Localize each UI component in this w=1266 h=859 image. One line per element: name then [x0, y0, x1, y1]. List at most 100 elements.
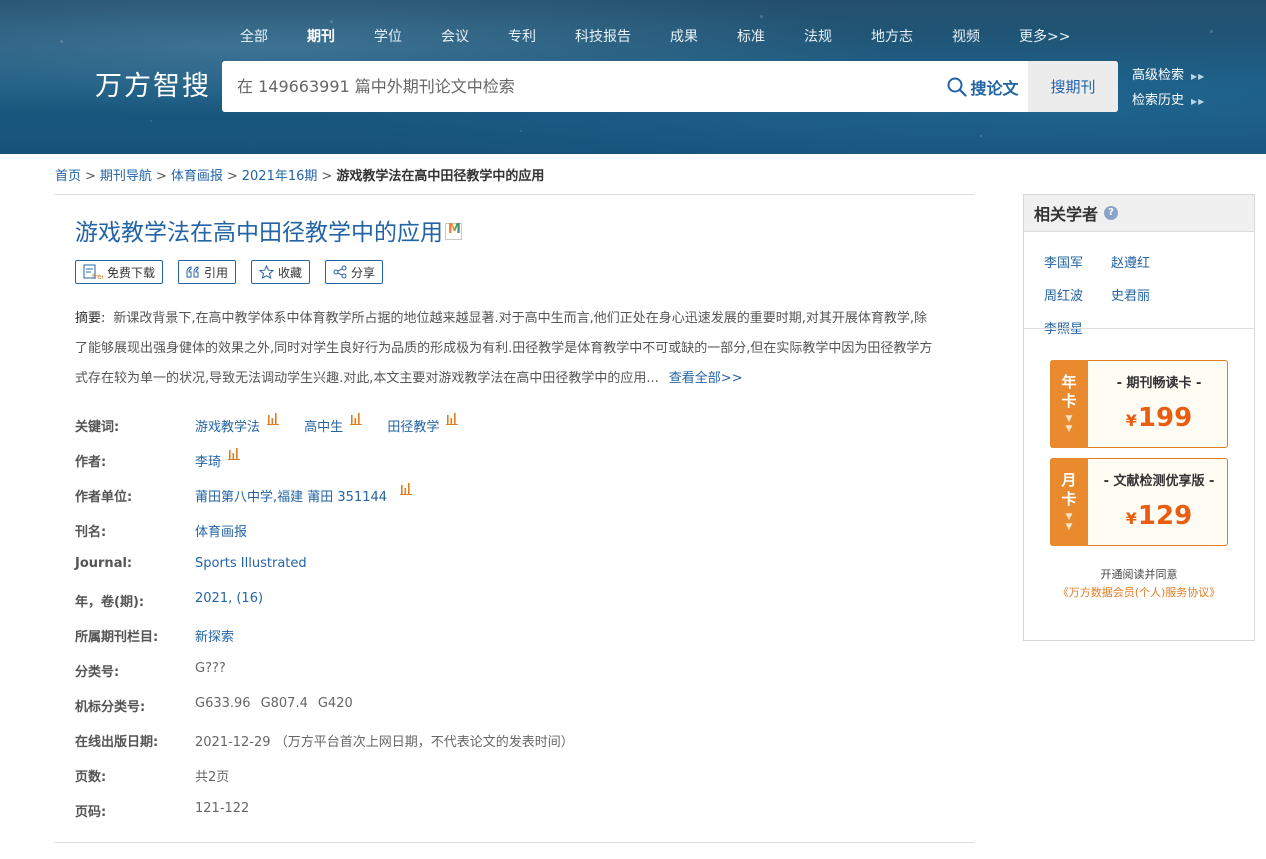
chevron-right-icon: ▶▶: [1191, 97, 1206, 106]
free-download-button[interactable]: free 免费下载: [75, 260, 164, 284]
breadcrumb-separator: >: [85, 169, 96, 184]
search-input[interactable]: [222, 61, 922, 112]
year-issue-link[interactable]: 2021, (16): [195, 591, 263, 606]
keywords-label: 关键词:: [75, 420, 120, 435]
free-download-label: 免费下载: [107, 265, 156, 280]
unit-link[interactable]: 莆田第八中学,福建 莆田 351144: [195, 483, 413, 505]
online-date-label: 在线出版日期:: [75, 735, 159, 750]
card-price-value: 199: [1137, 403, 1193, 433]
nav-item-all[interactable]: 全部: [240, 26, 268, 46]
scholar-link[interactable]: 史君丽: [1111, 285, 1178, 318]
breadcrumb-separator: >: [226, 169, 238, 184]
card-price: ¥199: [1089, 403, 1229, 433]
annual-card-offer[interactable]: 年 卡 ▼ ▼ - 期刊畅读卡 - ¥199: [1050, 360, 1228, 448]
favorite-button[interactable]: 收藏: [251, 260, 311, 284]
article-actions: free 免费下载 引用 收藏 分享: [75, 260, 398, 284]
mendeley-icon[interactable]: M: [445, 222, 462, 240]
page-range-value: 121-122: [195, 801, 250, 816]
scholar-link[interactable]: 李照星: [1044, 318, 1111, 351]
card-price-value: 129: [1137, 501, 1193, 531]
monthly-card-offer[interactable]: 月 卡 ▼ ▼ - 文献检测优享版 - ¥129: [1050, 458, 1228, 546]
advanced-search-label: 高级检索: [1132, 68, 1185, 83]
article-title: 游戏教学法在高中田径教学中的应用: [75, 220, 443, 246]
keywords-values: 游戏教学法 高中生 田径教学: [195, 413, 479, 435]
chevron-right-icon: ▶▶: [1191, 72, 1206, 81]
class-value: G???: [195, 661, 226, 676]
scholar-link[interactable]: 周红波: [1044, 285, 1111, 318]
keyword-text: 田径教学: [387, 420, 440, 435]
nav-item-journal[interactable]: 期刊: [307, 26, 335, 46]
top-nav: 全部 期刊 学位 会议 专利 科技报告 成果 标准 法规 地方志 视频 更多>>: [240, 26, 1109, 46]
banner-speck: [60, 40, 63, 43]
abstract: 摘要: 新课改背景下,在高中教学体系中体育教学所占据的地位越来越显著.对于高中生而…: [75, 304, 940, 394]
author-name: 李琦: [195, 455, 222, 470]
journal-en-values: Sports Illustrated: [195, 556, 307, 571]
machine-class-values: G633.96 G807.4 G420: [195, 696, 363, 711]
keyword-link[interactable]: 田径教学: [387, 413, 459, 435]
nav-item-video[interactable]: 视频: [952, 26, 980, 46]
advanced-search-link[interactable]: 高级检索 ▶▶: [1132, 64, 1205, 89]
journal-cn-link[interactable]: 体育画报: [195, 525, 247, 540]
search-paper-button[interactable]: 搜论文: [938, 61, 1028, 112]
scholar-link[interactable]: 赵遵红: [1111, 252, 1178, 285]
nav-item-standard[interactable]: 标准: [737, 26, 765, 46]
keyword-link[interactable]: 游戏教学法: [195, 413, 280, 435]
online-date-value: 2021-12-29: [195, 735, 271, 750]
nav-item-achievement[interactable]: 成果: [670, 26, 698, 46]
bar-chart-icon: [350, 413, 363, 425]
banner-speck: [330, 20, 333, 23]
author-link[interactable]: 李琦: [195, 448, 241, 470]
cite-button[interactable]: 引用: [178, 260, 237, 284]
column-values: 新探索: [195, 626, 234, 645]
related-scholars-panel: 相关学者? 李国军 赵遵红 周红波 史君丽 李照星 年 卡 ▼ ▼ - 期刊畅读卡…: [1023, 194, 1255, 641]
card-price: ¥129: [1089, 501, 1229, 531]
scholar-link[interactable]: 李国军: [1044, 252, 1111, 285]
share-button[interactable]: 分享: [325, 260, 384, 284]
free-download-icon: free: [83, 264, 103, 280]
breadcrumb-journal-nav[interactable]: 期刊导航: [100, 169, 152, 184]
breadcrumb-separator: >: [155, 169, 167, 184]
nav-item-degree[interactable]: 学位: [374, 26, 402, 46]
author-values: 李琦: [195, 448, 241, 470]
nav-item-patent[interactable]: 专利: [508, 26, 536, 46]
journal-en-link[interactable]: Sports Illustrated: [195, 556, 307, 571]
year-issue-label: 年，卷(期):: [75, 595, 145, 610]
column-label: 所属期刊栏目:: [75, 630, 159, 645]
breadcrumb-journal[interactable]: 体育画报: [171, 169, 223, 184]
banner-speck: [520, 130, 522, 132]
abstract-view-all-link[interactable]: 查看全部>>: [669, 371, 743, 386]
breadcrumb-home[interactable]: 首页: [55, 169, 81, 184]
divider: [1024, 328, 1254, 329]
page-range-label: 页码:: [75, 805, 107, 820]
breadcrumb-current: 游戏教学法在高中田径教学中的应用: [336, 169, 545, 184]
pages-value: 共2页: [195, 770, 230, 785]
quote-icon: [186, 266, 199, 278]
bar-chart-icon: [446, 413, 459, 425]
breadcrumb: 首页 > 期刊导航 > 体育画报 >2021年16期 > 游戏教学法在高中田径教学中的应用: [55, 165, 544, 184]
help-icon[interactable]: ?: [1104, 206, 1119, 220]
class-label: 分类号:: [75, 665, 120, 680]
breadcrumb-issue[interactable]: 2021年16期: [242, 169, 318, 184]
search-journal-button[interactable]: 搜期刊: [1028, 61, 1118, 112]
nav-item-tech-report[interactable]: 科技报告: [575, 26, 631, 46]
machine-class-code: G633.96: [195, 696, 251, 711]
unit-label: 作者单位:: [75, 490, 133, 505]
machine-class-code: G807.4: [260, 696, 308, 711]
nav-item-conference[interactable]: 会议: [441, 26, 469, 46]
double-chevron-down-icon: ▼ ▼: [1065, 414, 1073, 434]
search-history-link[interactable]: 检索历史 ▶▶: [1132, 89, 1205, 114]
nav-item-local-chronicle[interactable]: 地方志: [871, 26, 913, 46]
column-link[interactable]: 新探索: [195, 630, 234, 645]
keyword-link[interactable]: 高中生: [304, 413, 363, 435]
search-icon: [947, 77, 968, 97]
cite-label: 引用: [204, 265, 229, 280]
agreement-link[interactable]: 《万方数据会员(个人)服务协议》: [1024, 584, 1254, 602]
keyword-text: 游戏教学法: [195, 420, 261, 435]
search-history-label: 检索历史: [1132, 93, 1185, 108]
double-chevron-down-icon: ▼ ▼: [1065, 512, 1073, 532]
nav-item-regulation[interactable]: 法规: [804, 26, 832, 46]
share-icon: [333, 265, 347, 279]
brand-logo[interactable]: 万方智搜: [95, 64, 211, 103]
nav-item-more[interactable]: 更多>>: [1019, 26, 1070, 46]
bar-chart-icon: [400, 483, 413, 495]
